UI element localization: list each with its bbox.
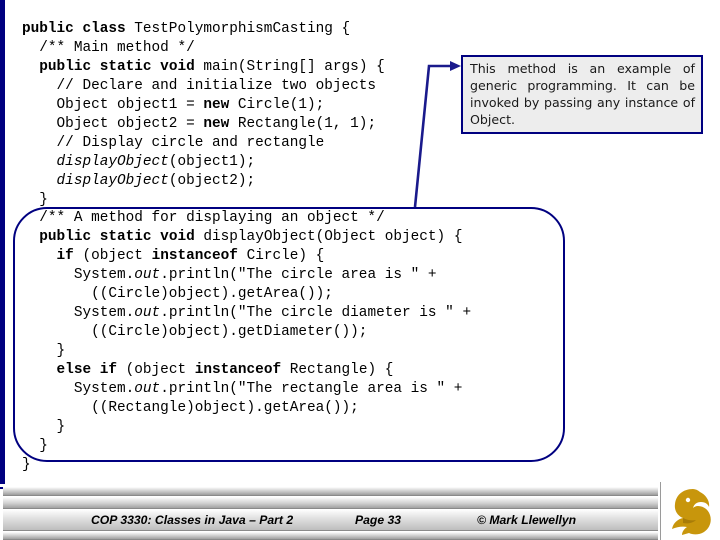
- footer-band-2: [3, 497, 658, 508]
- slide-footer: COP 3330: Classes in Java – Part 2 Page …: [0, 482, 720, 540]
- code-token: .println("The circle area is " +: [160, 267, 437, 283]
- code-token: out: [134, 267, 161, 283]
- code-token: System.: [22, 267, 135, 283]
- code-token: ((Rectangle)object).getArea());: [22, 400, 359, 416]
- footer-author-credit: © Mark Llewellyn: [477, 513, 577, 527]
- code-token: (object: [125, 362, 195, 378]
- code-token: Rectangle) {: [289, 362, 394, 378]
- display-object-line-10: System.out.println("The rectangle area i…: [22, 380, 471, 399]
- main-method-line-10: }: [22, 191, 385, 210]
- code-token: /** A method for displaying an object */: [22, 210, 385, 226]
- code-token: }: [22, 457, 31, 473]
- code-token: instanceof: [151, 248, 247, 264]
- code-token: main(String[] args) {: [203, 59, 385, 75]
- annotation-callout-box: This method is an example of generic pro…: [461, 55, 703, 134]
- code-token: (object: [82, 248, 152, 264]
- code-block-display-object: /** A method for displaying an object */…: [22, 209, 471, 475]
- display-object-line-4: System.out.println("The circle area is "…: [22, 266, 471, 285]
- code-token: new: [203, 97, 238, 113]
- code-token: if: [56, 248, 83, 264]
- code-token: // Declare and initialize two objects: [22, 78, 377, 94]
- display-object-line-9: else if (object instanceof Rectangle) {: [22, 361, 471, 380]
- code-token: else if: [56, 362, 126, 378]
- code-token: System.: [22, 381, 135, 397]
- footer-divider-3: [3, 530, 658, 531]
- code-token: /** Main method */: [22, 40, 195, 56]
- code-token: ((Circle)object).getArea());: [22, 286, 333, 302]
- code-token: (object1);: [168, 154, 256, 170]
- code-token: }: [22, 192, 48, 208]
- code-token: TestPolymorphismCasting {: [134, 21, 351, 37]
- footer-band-1: [3, 487, 658, 495]
- display-object-line-5: ((Circle)object).getArea());: [22, 285, 471, 304]
- display-object-line-3: if (object instanceof Circle) {: [22, 247, 471, 266]
- code-token: Object object1 =: [22, 97, 204, 113]
- main-method-line-1: public class TestPolymorphismCasting {: [22, 20, 385, 39]
- main-method-line-6: Object object2 = new Rectangle(1, 1);: [22, 115, 385, 134]
- main-method-line-7: // Display circle and rectangle: [22, 134, 385, 153]
- code-token: public static void: [39, 59, 204, 75]
- code-token: (object2);: [168, 173, 256, 189]
- display-object-line-8: }: [22, 342, 471, 361]
- display-object-line-14: }: [22, 456, 471, 475]
- code-token: Circle(1);: [237, 97, 325, 113]
- code-token: out: [134, 381, 161, 397]
- main-method-line-4: // Declare and initialize two objects: [22, 77, 385, 96]
- display-object-line-1: /** A method for displaying an object */: [22, 209, 471, 228]
- code-token: public static void: [39, 229, 204, 245]
- code-token: }: [22, 419, 66, 435]
- display-object-line-7: ((Circle)object).getDiameter());: [22, 323, 471, 342]
- main-method-line-2: /** Main method */: [22, 39, 385, 58]
- footer-divider-1: [3, 495, 658, 496]
- pegasus-icon: [672, 489, 711, 535]
- footer-page-number: Page 33: [355, 513, 402, 527]
- footer-course-label: COP 3330: Classes in Java – Part 2: [91, 513, 294, 527]
- main-method-line-9: displayObject(object2);: [22, 172, 385, 191]
- footer-band-4: [3, 532, 658, 539]
- code-token: displayObject: [56, 173, 169, 189]
- code-token: }: [22, 343, 66, 359]
- main-method-line-8: displayObject(object1);: [22, 153, 385, 172]
- code-token: new: [203, 116, 238, 132]
- main-method-line-5: Object object1 = new Circle(1);: [22, 96, 385, 115]
- code-token: ((Circle)object).getDiameter());: [22, 324, 368, 340]
- code-token: public class: [22, 21, 135, 37]
- slide-canvas: public class TestPolymorphismCasting { /…: [0, 0, 720, 540]
- code-token: }: [22, 438, 48, 454]
- display-object-line-13: }: [22, 437, 471, 456]
- code-token: instanceof: [194, 362, 290, 378]
- code-token: // Display circle and rectangle: [22, 135, 325, 151]
- code-token: Circle) {: [246, 248, 325, 264]
- left-accent-rule: [0, 0, 5, 489]
- code-token: .println("The rectangle area is " +: [160, 381, 463, 397]
- main-method-line-3: public static void main(String[] args) {: [22, 58, 385, 77]
- code-token: System.: [22, 305, 135, 321]
- ucf-pegasus-logo-plate: [660, 482, 720, 540]
- code-token: out: [134, 305, 161, 321]
- footer-text-row: COP 3330: Classes in Java – Part 2 Page …: [3, 510, 651, 530]
- display-object-line-2: public static void displayObject(Object …: [22, 228, 471, 247]
- code-token: displayObject: [56, 154, 169, 170]
- footer-divider-2: [3, 508, 658, 509]
- code-token: displayObject(Object object) {: [203, 229, 463, 245]
- code-token: .println("The circle diameter is " +: [160, 305, 472, 321]
- code-token: Object object2 =: [22, 116, 204, 132]
- display-object-line-11: ((Rectangle)object).getArea());: [22, 399, 471, 418]
- display-object-line-12: }: [22, 418, 471, 437]
- annotation-callout-text: This method is an example of generic pro…: [470, 61, 695, 127]
- code-block-main-method: public class TestPolymorphismCasting { /…: [22, 20, 385, 210]
- display-object-line-6: System.out.println("The circle diameter …: [22, 304, 471, 323]
- code-token: Rectangle(1, 1);: [237, 116, 377, 132]
